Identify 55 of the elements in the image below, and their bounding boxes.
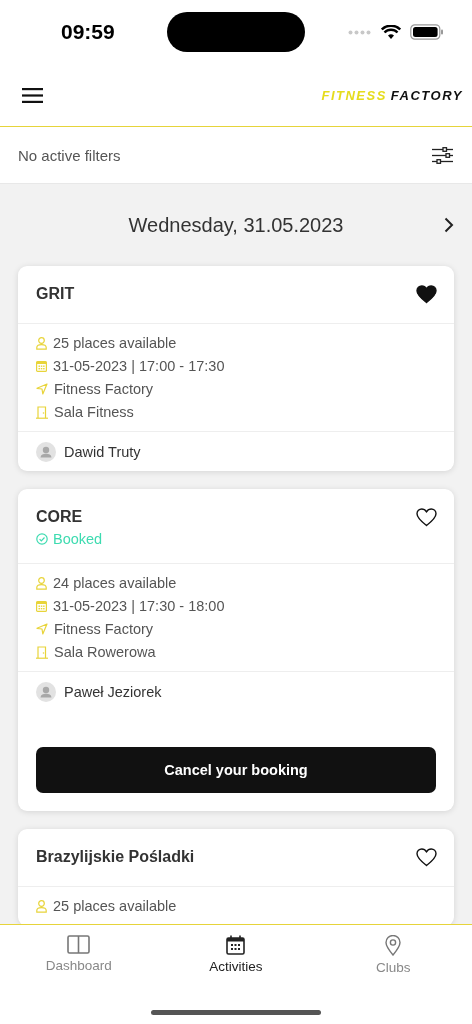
avatar-icon [36, 442, 56, 462]
heart-icon [416, 508, 437, 527]
room-name: Sala Rowerowa [54, 644, 156, 660]
favorite-button[interactable] [416, 848, 437, 867]
person-icon [36, 899, 47, 913]
battery-icon [410, 24, 444, 40]
heart-icon [416, 848, 437, 867]
door-icon [36, 645, 48, 659]
class-datetime: 31-05-2023 | 17:30 - 18:00 [53, 598, 225, 614]
person-icon [36, 576, 47, 590]
club-name: Fitness Factory [54, 621, 154, 637]
calendar-icon [36, 600, 47, 612]
filter-button[interactable] [432, 146, 453, 164]
wifi-icon [381, 24, 401, 40]
navigation-arrow-icon [36, 383, 48, 395]
places-available: 25 places available [53, 335, 177, 351]
activity-card[interactable]: CORE Booked 24 places available 31-05-2023 | 17:30 - 18:00 Fitness Factory Sala Rowerowa Paweł Jeziorek Cancel your booking [18, 489, 454, 811]
location-pin-icon [385, 935, 402, 956]
calendar-icon [36, 360, 47, 372]
trainer-name: Paweł Jeziorek [64, 684, 162, 700]
class-datetime: 31-05-2023 | 17:00 - 17:30 [53, 358, 225, 374]
filter-status: No active filters [18, 146, 121, 164]
chevron-right-icon [444, 217, 454, 233]
menu-icon [22, 87, 43, 103]
door-icon [36, 405, 48, 419]
activity-title: CORE [36, 508, 84, 526]
tab-bar-item[interactable]: Activities [157, 925, 315, 985]
activity-title: GRIT [36, 285, 75, 303]
activity-card[interactable]: GRIT 25 places available 31-05-2023 | 17:00 - 17:30 Fitness Factory Sala Fitness Dawid Truty [18, 266, 454, 471]
places-available: 25 places available [53, 898, 177, 914]
calendar-icon [226, 935, 246, 955]
signal-icon [348, 29, 372, 35]
favorite-button[interactable] [416, 508, 437, 527]
tab-bar-item[interactable]: Clubs [314, 925, 472, 985]
avatar-icon [36, 682, 56, 702]
filled-heart-icon [416, 285, 437, 304]
logo-text: FITNESS [321, 87, 387, 103]
navigation-arrow-icon [36, 623, 48, 635]
cancel-booking-button[interactable]: Cancel your booking [36, 747, 436, 793]
activity-title: Brazylijskie Pośladki [36, 848, 195, 866]
date-heading: Wednesday, 31.05.2023 [128, 213, 344, 237]
sliders-icon [432, 146, 453, 164]
trainer-name: Dawid Truty [64, 444, 141, 460]
menu-button[interactable] [22, 87, 43, 103]
person-icon [36, 336, 47, 350]
status-time: 09:59 [61, 20, 116, 44]
columns-icon [67, 935, 91, 954]
room-name: Sala Fitness [54, 404, 134, 420]
logo-text: FACTORY [390, 87, 463, 103]
booked-status: Booked [53, 531, 103, 547]
places-available: 24 places available [53, 575, 177, 591]
favorite-button[interactable] [416, 285, 437, 304]
tab-bar-item[interactable]: Dashboard [0, 925, 158, 985]
club-name: Fitness Factory [54, 381, 154, 397]
activity-card[interactable]: Brazylijskie Pośladki 25 places available [18, 829, 454, 924]
